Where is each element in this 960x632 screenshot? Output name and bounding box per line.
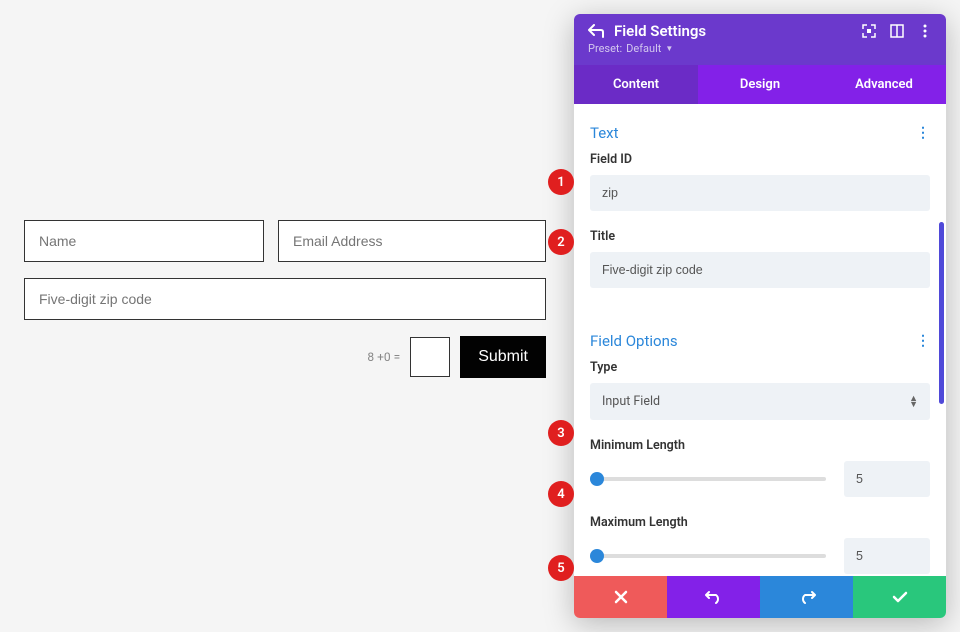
field-id-input[interactable] [590, 175, 930, 211]
action-bar [574, 576, 946, 618]
max-length-value[interactable] [844, 538, 930, 574]
max-length-thumb[interactable] [590, 549, 604, 563]
annotation-badge-1: 1 [548, 169, 574, 195]
layout-icon[interactable] [890, 24, 904, 38]
max-length-slider[interactable] [590, 554, 826, 558]
type-value: Input Field [602, 394, 660, 409]
form-row-top [24, 220, 546, 262]
select-arrows-icon: ▲▼ [909, 396, 918, 408]
field-title-group: Title [590, 229, 930, 288]
annotation-badge-2: 2 [548, 229, 574, 255]
tabs: Content Design Advanced [574, 65, 946, 104]
type-label: Type [590, 360, 930, 375]
min-length-row [590, 461, 930, 497]
redo-button[interactable] [760, 576, 853, 618]
min-length-group: Minimum Length [590, 438, 930, 497]
preset-value: Default [626, 42, 661, 55]
min-length-slider[interactable] [590, 477, 826, 481]
undo-button[interactable] [667, 576, 760, 618]
annotation-badge-4: 4 [548, 481, 574, 507]
panel-scroll[interactable]: Text ⋮ Field ID Title Field Options ⋮ Ty… [574, 104, 946, 576]
name-field[interactable] [24, 220, 264, 262]
section-options-header: Field Options ⋮ [590, 326, 930, 360]
back-icon[interactable] [588, 24, 604, 38]
section-text-menu-icon[interactable]: ⋮ [916, 125, 930, 141]
annotation-badge-3: 3 [548, 420, 574, 446]
field-title-input[interactable] [590, 252, 930, 288]
captcha-row: 8 +0 = Submit [24, 336, 546, 378]
captcha-question: 8 +0 = [367, 350, 400, 364]
tab-advanced[interactable]: Advanced [822, 65, 946, 104]
max-length-label: Maximum Length [590, 515, 930, 530]
more-icon[interactable] [918, 24, 932, 38]
tab-design[interactable]: Design [698, 65, 822, 104]
preset-label: Preset: [588, 42, 622, 55]
confirm-button[interactable] [853, 576, 946, 618]
tab-content[interactable]: Content [574, 65, 698, 104]
section-text-header: Text ⋮ [590, 118, 930, 152]
cancel-button[interactable] [574, 576, 667, 618]
header-icons [862, 24, 932, 38]
panel-body: Text ⋮ Field ID Title Field Options ⋮ Ty… [574, 104, 946, 576]
form-row-zip [24, 278, 546, 320]
redo-icon [798, 590, 816, 604]
annotation-badge-5: 5 [548, 555, 574, 581]
contact-form: 8 +0 = Submit [0, 0, 570, 632]
field-title-label: Title [590, 229, 930, 244]
type-select[interactable]: Input Field ▲▼ [590, 383, 930, 420]
section-text-title[interactable]: Text [590, 124, 619, 142]
expand-icon[interactable] [862, 24, 876, 38]
max-length-group: Maximum Length [590, 515, 930, 574]
min-length-label: Minimum Length [590, 438, 930, 453]
submit-button[interactable]: Submit [460, 336, 546, 378]
field-id-group: Field ID [590, 152, 930, 211]
undo-icon [705, 590, 723, 604]
section-options-menu-icon[interactable]: ⋮ [916, 333, 930, 349]
min-length-thumb[interactable] [590, 472, 604, 486]
type-group: Type Input Field ▲▼ [590, 360, 930, 420]
panel-title: Field Settings [614, 22, 852, 40]
zip-field[interactable] [24, 278, 546, 320]
section-options-title[interactable]: Field Options [590, 332, 678, 350]
check-icon [892, 590, 908, 604]
preset-selector[interactable]: Preset: Default ▼ [588, 42, 932, 55]
field-settings-panel: Field Settings Preset: Default ▼ Content… [574, 14, 946, 618]
email-field[interactable] [278, 220, 546, 262]
max-length-row [590, 538, 930, 574]
panel-header: Field Settings Preset: Default ▼ [574, 14, 946, 65]
close-icon [614, 590, 628, 604]
captcha-input[interactable] [410, 337, 450, 377]
chevron-down-icon: ▼ [665, 44, 673, 53]
field-id-label: Field ID [590, 152, 930, 167]
min-length-value[interactable] [844, 461, 930, 497]
